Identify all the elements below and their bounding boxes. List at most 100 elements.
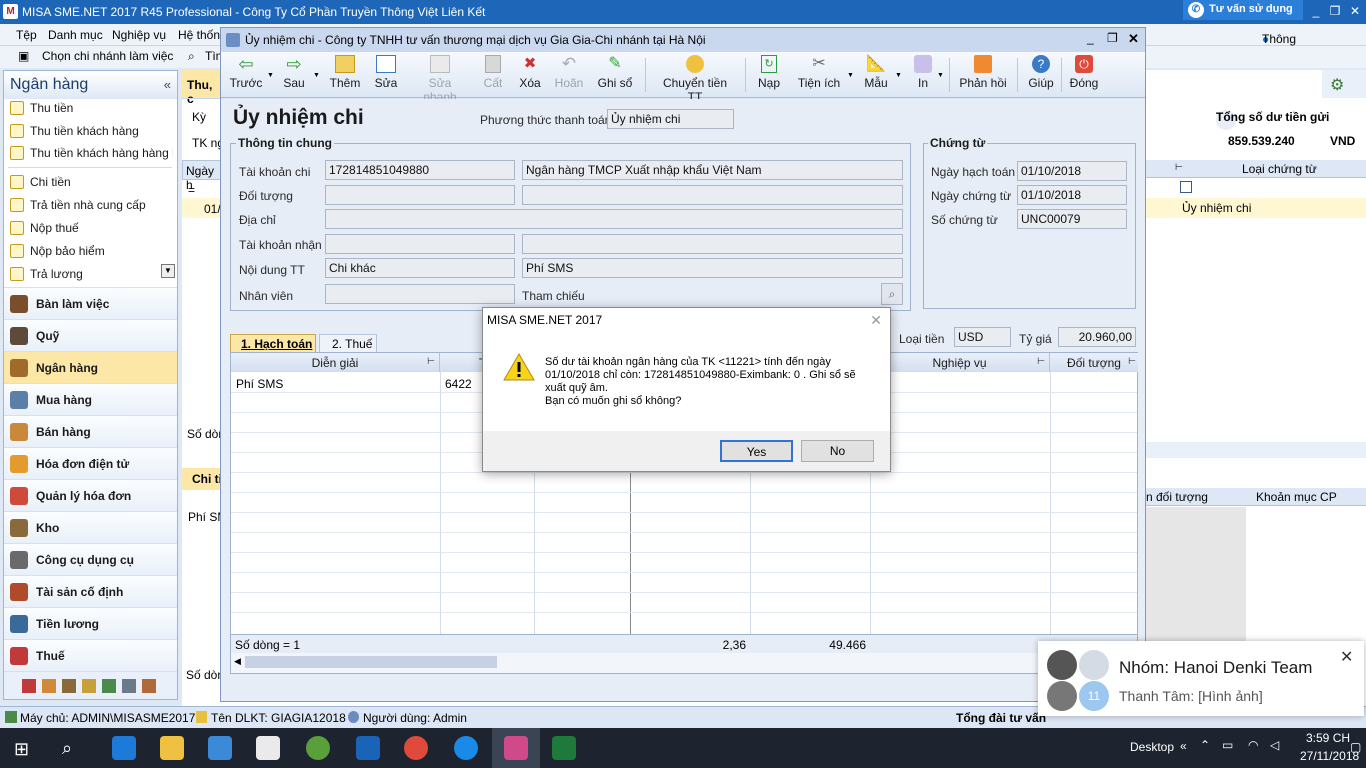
store-icon[interactable] (208, 736, 232, 760)
shortcut-icon[interactable] (102, 679, 116, 693)
noi-dung-select[interactable]: Chi khác (325, 258, 515, 278)
excel-icon[interactable] (552, 736, 576, 760)
module-thue[interactable]: Thuế (4, 639, 177, 671)
tai-khoan-chi-input[interactable]: 172814851049880 (325, 160, 515, 180)
row-tk[interactable]: 6422 (445, 377, 472, 391)
utilities-button[interactable]: ✂ Tiện ích (797, 55, 841, 90)
close-voucher-button[interactable]: ⏻ Đóng (1069, 55, 1099, 90)
chrome-icon[interactable] (404, 736, 428, 760)
module-mua-hang[interactable]: Mua hàng (4, 383, 177, 415)
notification-close-icon[interactable]: ✕ (1340, 647, 1353, 667)
row-dien-giai[interactable]: Phí SMS (236, 377, 283, 391)
doi-tuong-input[interactable] (325, 185, 515, 205)
feedback-button[interactable]: Phản hồi (959, 55, 1007, 90)
template-button[interactable]: 📐 Mẫu (863, 55, 889, 90)
tab-thue[interactable]: 2. Thuế (319, 334, 377, 354)
overflow-icon[interactable]: « (1180, 739, 1187, 753)
menu-system[interactable]: Hệ thốn (178, 28, 220, 42)
app-icon[interactable] (306, 736, 330, 760)
action-center-icon[interactable]: ▢ (1350, 740, 1361, 754)
window-restore-button[interactable]: ❐ (1107, 31, 1118, 45)
scroll-down-icon[interactable]: ▼ (161, 264, 175, 278)
dropdown-arrow-icon[interactable]: ▼ (895, 72, 902, 79)
prev-button[interactable]: ⇦ Trước (228, 55, 264, 90)
tai-khoan-nhan-input[interactable] (325, 234, 515, 254)
loai-tien-select[interactable]: USD (954, 327, 1011, 347)
scrollbar-thumb[interactable] (245, 656, 497, 668)
shortcut-icon[interactable] (42, 679, 56, 693)
ngay-hach-toan-input[interactable]: 01/10/2018 (1017, 161, 1127, 181)
menu-file[interactable]: Tệp (16, 28, 37, 42)
menu-operations[interactable]: Nghiệp vụ (112, 28, 166, 42)
so-chung-tu-input[interactable]: UNC00079 (1017, 209, 1127, 229)
wifi-icon[interactable]: ◠ (1248, 738, 1258, 752)
chevron-up-icon[interactable]: ⌃ (1200, 738, 1210, 752)
file-explorer-icon[interactable] (160, 736, 184, 760)
edge-icon[interactable] (112, 736, 136, 760)
chat-notification[interactable]: 11 Nhóm: Hanoi Denki Team Thanh Tâm: [Hì… (1038, 641, 1364, 716)
no-button[interactable]: No (801, 440, 874, 462)
transfer-button[interactable]: Chuyển tiền TT (655, 55, 735, 104)
post-button[interactable]: ✎ Ghi sổ (597, 55, 633, 90)
bank-name-input[interactable]: Ngân hàng TMCP Xuất nhập khẩu Việt Nam (522, 160, 903, 180)
settings-gear-icon[interactable]: ⚙ (1330, 75, 1344, 95)
yes-button[interactable]: Yes (720, 440, 793, 462)
module-tien-luong[interactable]: Tiền lương (4, 607, 177, 639)
window-minimize-button[interactable]: _ (1087, 31, 1094, 45)
desktop-button[interactable]: Desktop (1130, 740, 1174, 754)
nav-thu-tien-kh[interactable]: Thu tiền khách hàng (8, 122, 173, 142)
consult-button[interactable]: ✆ Tư vấn sử dụng (1183, 0, 1303, 20)
checkbox-icon[interactable] (1180, 181, 1192, 193)
scroll-left-icon[interactable]: ◀ (234, 656, 241, 667)
dia-chi-input[interactable] (325, 209, 903, 229)
h-scrollbar[interactable] (1146, 442, 1366, 458)
module-cong-cu[interactable]: Công cụ dụng cụ (4, 543, 177, 575)
postpone-button[interactable]: ↶ Hoãn (553, 55, 585, 91)
nav-tra-luong[interactable]: Trả lương (8, 265, 173, 281)
nav-chi-tien[interactable]: Chi tiền (8, 173, 173, 193)
dropdown-arrow-icon[interactable]: ▼ (937, 72, 944, 79)
shortcut-icon[interactable] (122, 679, 136, 693)
dropdown-arrow-icon[interactable]: ▼ (847, 72, 854, 79)
module-kho[interactable]: Kho (4, 511, 177, 543)
nav-nop-thue[interactable]: Nộp thuế (8, 219, 173, 239)
next-button[interactable]: ⇨ Sau (279, 55, 309, 90)
close-button[interactable]: ✕ (1346, 4, 1364, 18)
bg-chi-tiet-tab[interactable]: Chi ti (182, 468, 222, 490)
collapse-icon[interactable]: « (164, 77, 171, 92)
pin-icon[interactable]: ⊢ (1128, 356, 1136, 367)
window-close-button[interactable]: ✕ (1128, 31, 1139, 47)
pin-icon[interactable]: ⊢ (1175, 162, 1183, 173)
menu-catalog[interactable]: Danh mục (48, 28, 103, 42)
module-quan-ly-hoa-don[interactable]: Quản lý hóa đơn (4, 479, 177, 511)
module-tai-san[interactable]: Tài sản cố định (4, 575, 177, 607)
dropdown-arrow-icon[interactable]: ▼ (313, 72, 320, 79)
module-ban-lam-viec[interactable]: Bàn làm việc (4, 287, 177, 319)
payment-method-select[interactable]: Ủy nhiệm chi (607, 109, 734, 129)
help-button[interactable]: ? Giúp (1027, 55, 1055, 90)
zalo-icon[interactable] (454, 736, 478, 760)
delete-button[interactable]: ✖ Xóa (517, 55, 543, 90)
print-button[interactable]: In (913, 55, 933, 90)
ty-gia-input[interactable]: 20.960,00 (1058, 327, 1136, 347)
add-button[interactable]: Thêm (329, 55, 361, 90)
shortcut-icon[interactable] (142, 679, 156, 693)
ngay-chung-tu-input[interactable]: 01/10/2018 (1017, 185, 1127, 205)
shortcut-icon[interactable] (82, 679, 96, 693)
nav-nop-bao-hiem[interactable]: Nộp bảo hiểm (8, 242, 173, 262)
dialog-close-icon[interactable]: ✕ (870, 312, 882, 329)
nav-thu-tien-kh-hang-loat[interactable]: Thu tiền khách hàng hàng l... (8, 144, 173, 164)
volume-icon[interactable]: ◁ (1270, 738, 1279, 752)
filter-icon[interactable]: = (188, 183, 195, 197)
save-button[interactable]: Cất (483, 55, 503, 90)
edit-button[interactable]: Sửa (371, 55, 401, 90)
windows-start-icon[interactable]: ⊞ (14, 739, 29, 760)
reload-button[interactable]: ↻ Nạp (757, 55, 781, 90)
tai-khoan-nhan-bank-input[interactable] (522, 234, 903, 254)
branch-selector[interactable]: Chọn chi nhánh làm việc (42, 49, 173, 63)
dropdown-arrow-icon[interactable]: ▼ (267, 72, 274, 79)
module-quy[interactable]: Quỹ (4, 319, 177, 351)
bg-tab[interactable]: Thu, c (182, 70, 222, 106)
grid-scrollbar[interactable]: ◀ (231, 653, 1137, 673)
doi-tuong-name-input[interactable] (522, 185, 903, 205)
